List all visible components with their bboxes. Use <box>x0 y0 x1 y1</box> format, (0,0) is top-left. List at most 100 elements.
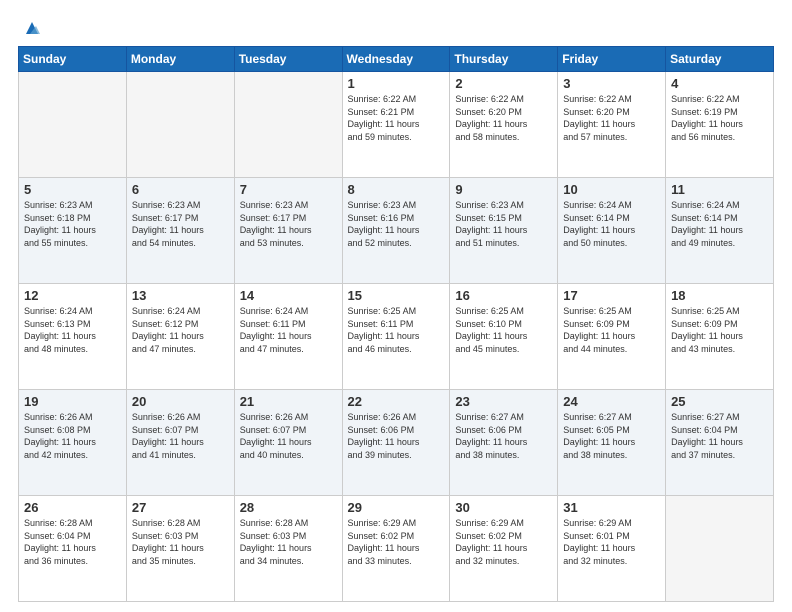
weekday-header-saturday: Saturday <box>666 47 774 72</box>
header <box>18 18 774 38</box>
day-number: 2 <box>455 76 552 91</box>
day-info: Sunrise: 6:28 AM Sunset: 6:04 PM Dayligh… <box>24 517 121 567</box>
day-number: 15 <box>348 288 445 303</box>
page: SundayMondayTuesdayWednesdayThursdayFrid… <box>0 0 792 612</box>
calendar-cell: 1 Sunrise: 6:22 AM Sunset: 6:21 PM Daylig… <box>342 72 450 178</box>
weekday-header-friday: Friday <box>558 47 666 72</box>
day-number: 16 <box>455 288 552 303</box>
day-info: Sunrise: 6:26 AM Sunset: 6:08 PM Dayligh… <box>24 411 121 461</box>
day-number: 17 <box>563 288 660 303</box>
calendar-cell: 27 Sunrise: 6:28 AM Sunset: 6:03 PM Dayli… <box>126 496 234 602</box>
day-number: 9 <box>455 182 552 197</box>
day-info: Sunrise: 6:24 AM Sunset: 6:14 PM Dayligh… <box>671 199 768 249</box>
day-number: 4 <box>671 76 768 91</box>
calendar-week-row: 5 Sunrise: 6:23 AM Sunset: 6:18 PM Daylig… <box>19 178 774 284</box>
calendar-cell: 20 Sunrise: 6:26 AM Sunset: 6:07 PM Dayli… <box>126 390 234 496</box>
calendar-cell: 5 Sunrise: 6:23 AM Sunset: 6:18 PM Daylig… <box>19 178 127 284</box>
day-info: Sunrise: 6:24 AM Sunset: 6:13 PM Dayligh… <box>24 305 121 355</box>
calendar-cell: 7 Sunrise: 6:23 AM Sunset: 6:17 PM Daylig… <box>234 178 342 284</box>
calendar-cell: 18 Sunrise: 6:25 AM Sunset: 6:09 PM Dayli… <box>666 284 774 390</box>
day-info: Sunrise: 6:25 AM Sunset: 6:10 PM Dayligh… <box>455 305 552 355</box>
calendar-cell: 15 Sunrise: 6:25 AM Sunset: 6:11 PM Dayli… <box>342 284 450 390</box>
calendar-cell: 6Sunrise: 6:23 AM Sunset: 6:17 PM Daylig… <box>126 178 234 284</box>
day-info: Sunrise: 6:26 AM Sunset: 6:07 PM Dayligh… <box>240 411 337 461</box>
day-info: Sunrise: 6:23 AM Sunset: 6:18 PM Dayligh… <box>24 199 121 249</box>
calendar-cell: 31 Sunrise: 6:29 AM Sunset: 6:01 PM Dayli… <box>558 496 666 602</box>
day-number: 3 <box>563 76 660 91</box>
calendar-table: SundayMondayTuesdayWednesdayThursdayFrid… <box>18 46 774 602</box>
day-info: Sunrise: 6:27 AM Sunset: 6:04 PM Dayligh… <box>671 411 768 461</box>
calendar-cell: 30 Sunrise: 6:29 AM Sunset: 6:02 PM Dayli… <box>450 496 558 602</box>
day-info: Sunrise: 6:25 AM Sunset: 6:09 PM Dayligh… <box>563 305 660 355</box>
calendar-week-row: 19Sunrise: 6:26 AM Sunset: 6:08 PM Dayli… <box>19 390 774 496</box>
calendar-cell: 28Sunrise: 6:28 AM Sunset: 6:03 PM Dayli… <box>234 496 342 602</box>
day-number: 22 <box>348 394 445 409</box>
day-number: 31 <box>563 500 660 515</box>
day-info: Sunrise: 6:28 AM Sunset: 6:03 PM Dayligh… <box>240 517 337 567</box>
day-number: 10 <box>563 182 660 197</box>
calendar-cell: 25 Sunrise: 6:27 AM Sunset: 6:04 PM Dayli… <box>666 390 774 496</box>
day-number: 26 <box>24 500 121 515</box>
day-info: Sunrise: 6:29 AM Sunset: 6:01 PM Dayligh… <box>563 517 660 567</box>
calendar-cell: 21 Sunrise: 6:26 AM Sunset: 6:07 PM Dayli… <box>234 390 342 496</box>
weekday-header-row: SundayMondayTuesdayWednesdayThursdayFrid… <box>19 47 774 72</box>
day-number: 12 <box>24 288 121 303</box>
day-number: 20 <box>132 394 229 409</box>
calendar-week-row: 12 Sunrise: 6:24 AM Sunset: 6:13 PM Dayli… <box>19 284 774 390</box>
day-info: Sunrise: 6:23 AM Sunset: 6:17 PM Dayligh… <box>240 199 337 249</box>
day-number: 1 <box>348 76 445 91</box>
logo <box>18 18 42 38</box>
day-number: 8 <box>348 182 445 197</box>
day-number: 25 <box>671 394 768 409</box>
day-number: 18 <box>671 288 768 303</box>
calendar-cell: 14 Sunrise: 6:24 AM Sunset: 6:11 PM Dayli… <box>234 284 342 390</box>
calendar-cell: 22 Sunrise: 6:26 AM Sunset: 6:06 PM Dayli… <box>342 390 450 496</box>
day-info: Sunrise: 6:23 AM Sunset: 6:16 PM Dayligh… <box>348 199 445 249</box>
day-info: Sunrise: 6:26 AM Sunset: 6:07 PM Dayligh… <box>132 411 229 461</box>
weekday-header-tuesday: Tuesday <box>234 47 342 72</box>
calendar-week-row: 26 Sunrise: 6:28 AM Sunset: 6:04 PM Dayli… <box>19 496 774 602</box>
day-info: Sunrise: 6:25 AM Sunset: 6:09 PM Dayligh… <box>671 305 768 355</box>
calendar-cell: 8 Sunrise: 6:23 AM Sunset: 6:16 PM Daylig… <box>342 178 450 284</box>
calendar-cell <box>234 72 342 178</box>
day-number: 30 <box>455 500 552 515</box>
calendar-cell: 19Sunrise: 6:26 AM Sunset: 6:08 PM Dayli… <box>19 390 127 496</box>
calendar-cell: 2 Sunrise: 6:22 AM Sunset: 6:20 PM Daylig… <box>450 72 558 178</box>
day-number: 11 <box>671 182 768 197</box>
day-number: 21 <box>240 394 337 409</box>
day-info: Sunrise: 6:24 AM Sunset: 6:11 PM Dayligh… <box>240 305 337 355</box>
day-info: Sunrise: 6:22 AM Sunset: 6:20 PM Dayligh… <box>455 93 552 143</box>
day-info: Sunrise: 6:22 AM Sunset: 6:19 PM Dayligh… <box>671 93 768 143</box>
day-number: 27 <box>132 500 229 515</box>
calendar-cell: 10 Sunrise: 6:24 AM Sunset: 6:14 PM Dayli… <box>558 178 666 284</box>
calendar-cell: 16 Sunrise: 6:25 AM Sunset: 6:10 PM Dayli… <box>450 284 558 390</box>
calendar-cell: 3Sunrise: 6:22 AM Sunset: 6:20 PM Daylig… <box>558 72 666 178</box>
weekday-header-wednesday: Wednesday <box>342 47 450 72</box>
calendar-cell: 9Sunrise: 6:23 AM Sunset: 6:15 PM Daylig… <box>450 178 558 284</box>
weekday-header-thursday: Thursday <box>450 47 558 72</box>
calendar-cell: 11 Sunrise: 6:24 AM Sunset: 6:14 PM Dayli… <box>666 178 774 284</box>
calendar-cell: 4 Sunrise: 6:22 AM Sunset: 6:19 PM Daylig… <box>666 72 774 178</box>
calendar-cell: 24 Sunrise: 6:27 AM Sunset: 6:05 PM Dayli… <box>558 390 666 496</box>
day-info: Sunrise: 6:28 AM Sunset: 6:03 PM Dayligh… <box>132 517 229 567</box>
day-info: Sunrise: 6:29 AM Sunset: 6:02 PM Dayligh… <box>455 517 552 567</box>
day-info: Sunrise: 6:27 AM Sunset: 6:06 PM Dayligh… <box>455 411 552 461</box>
day-number: 24 <box>563 394 660 409</box>
logo-icon <box>22 18 42 38</box>
day-info: Sunrise: 6:29 AM Sunset: 6:02 PM Dayligh… <box>348 517 445 567</box>
day-info: Sunrise: 6:27 AM Sunset: 6:05 PM Dayligh… <box>563 411 660 461</box>
calendar-cell: 17 Sunrise: 6:25 AM Sunset: 6:09 PM Dayli… <box>558 284 666 390</box>
calendar-cell <box>19 72 127 178</box>
day-info: Sunrise: 6:25 AM Sunset: 6:11 PM Dayligh… <box>348 305 445 355</box>
calendar-cell: 29Sunrise: 6:29 AM Sunset: 6:02 PM Dayli… <box>342 496 450 602</box>
day-number: 23 <box>455 394 552 409</box>
weekday-header-sunday: Sunday <box>19 47 127 72</box>
day-info: Sunrise: 6:26 AM Sunset: 6:06 PM Dayligh… <box>348 411 445 461</box>
weekday-header-monday: Monday <box>126 47 234 72</box>
day-number: 5 <box>24 182 121 197</box>
day-info: Sunrise: 6:22 AM Sunset: 6:21 PM Dayligh… <box>348 93 445 143</box>
day-number: 7 <box>240 182 337 197</box>
day-number: 14 <box>240 288 337 303</box>
day-info: Sunrise: 6:24 AM Sunset: 6:14 PM Dayligh… <box>563 199 660 249</box>
day-info: Sunrise: 6:23 AM Sunset: 6:17 PM Dayligh… <box>132 199 229 249</box>
